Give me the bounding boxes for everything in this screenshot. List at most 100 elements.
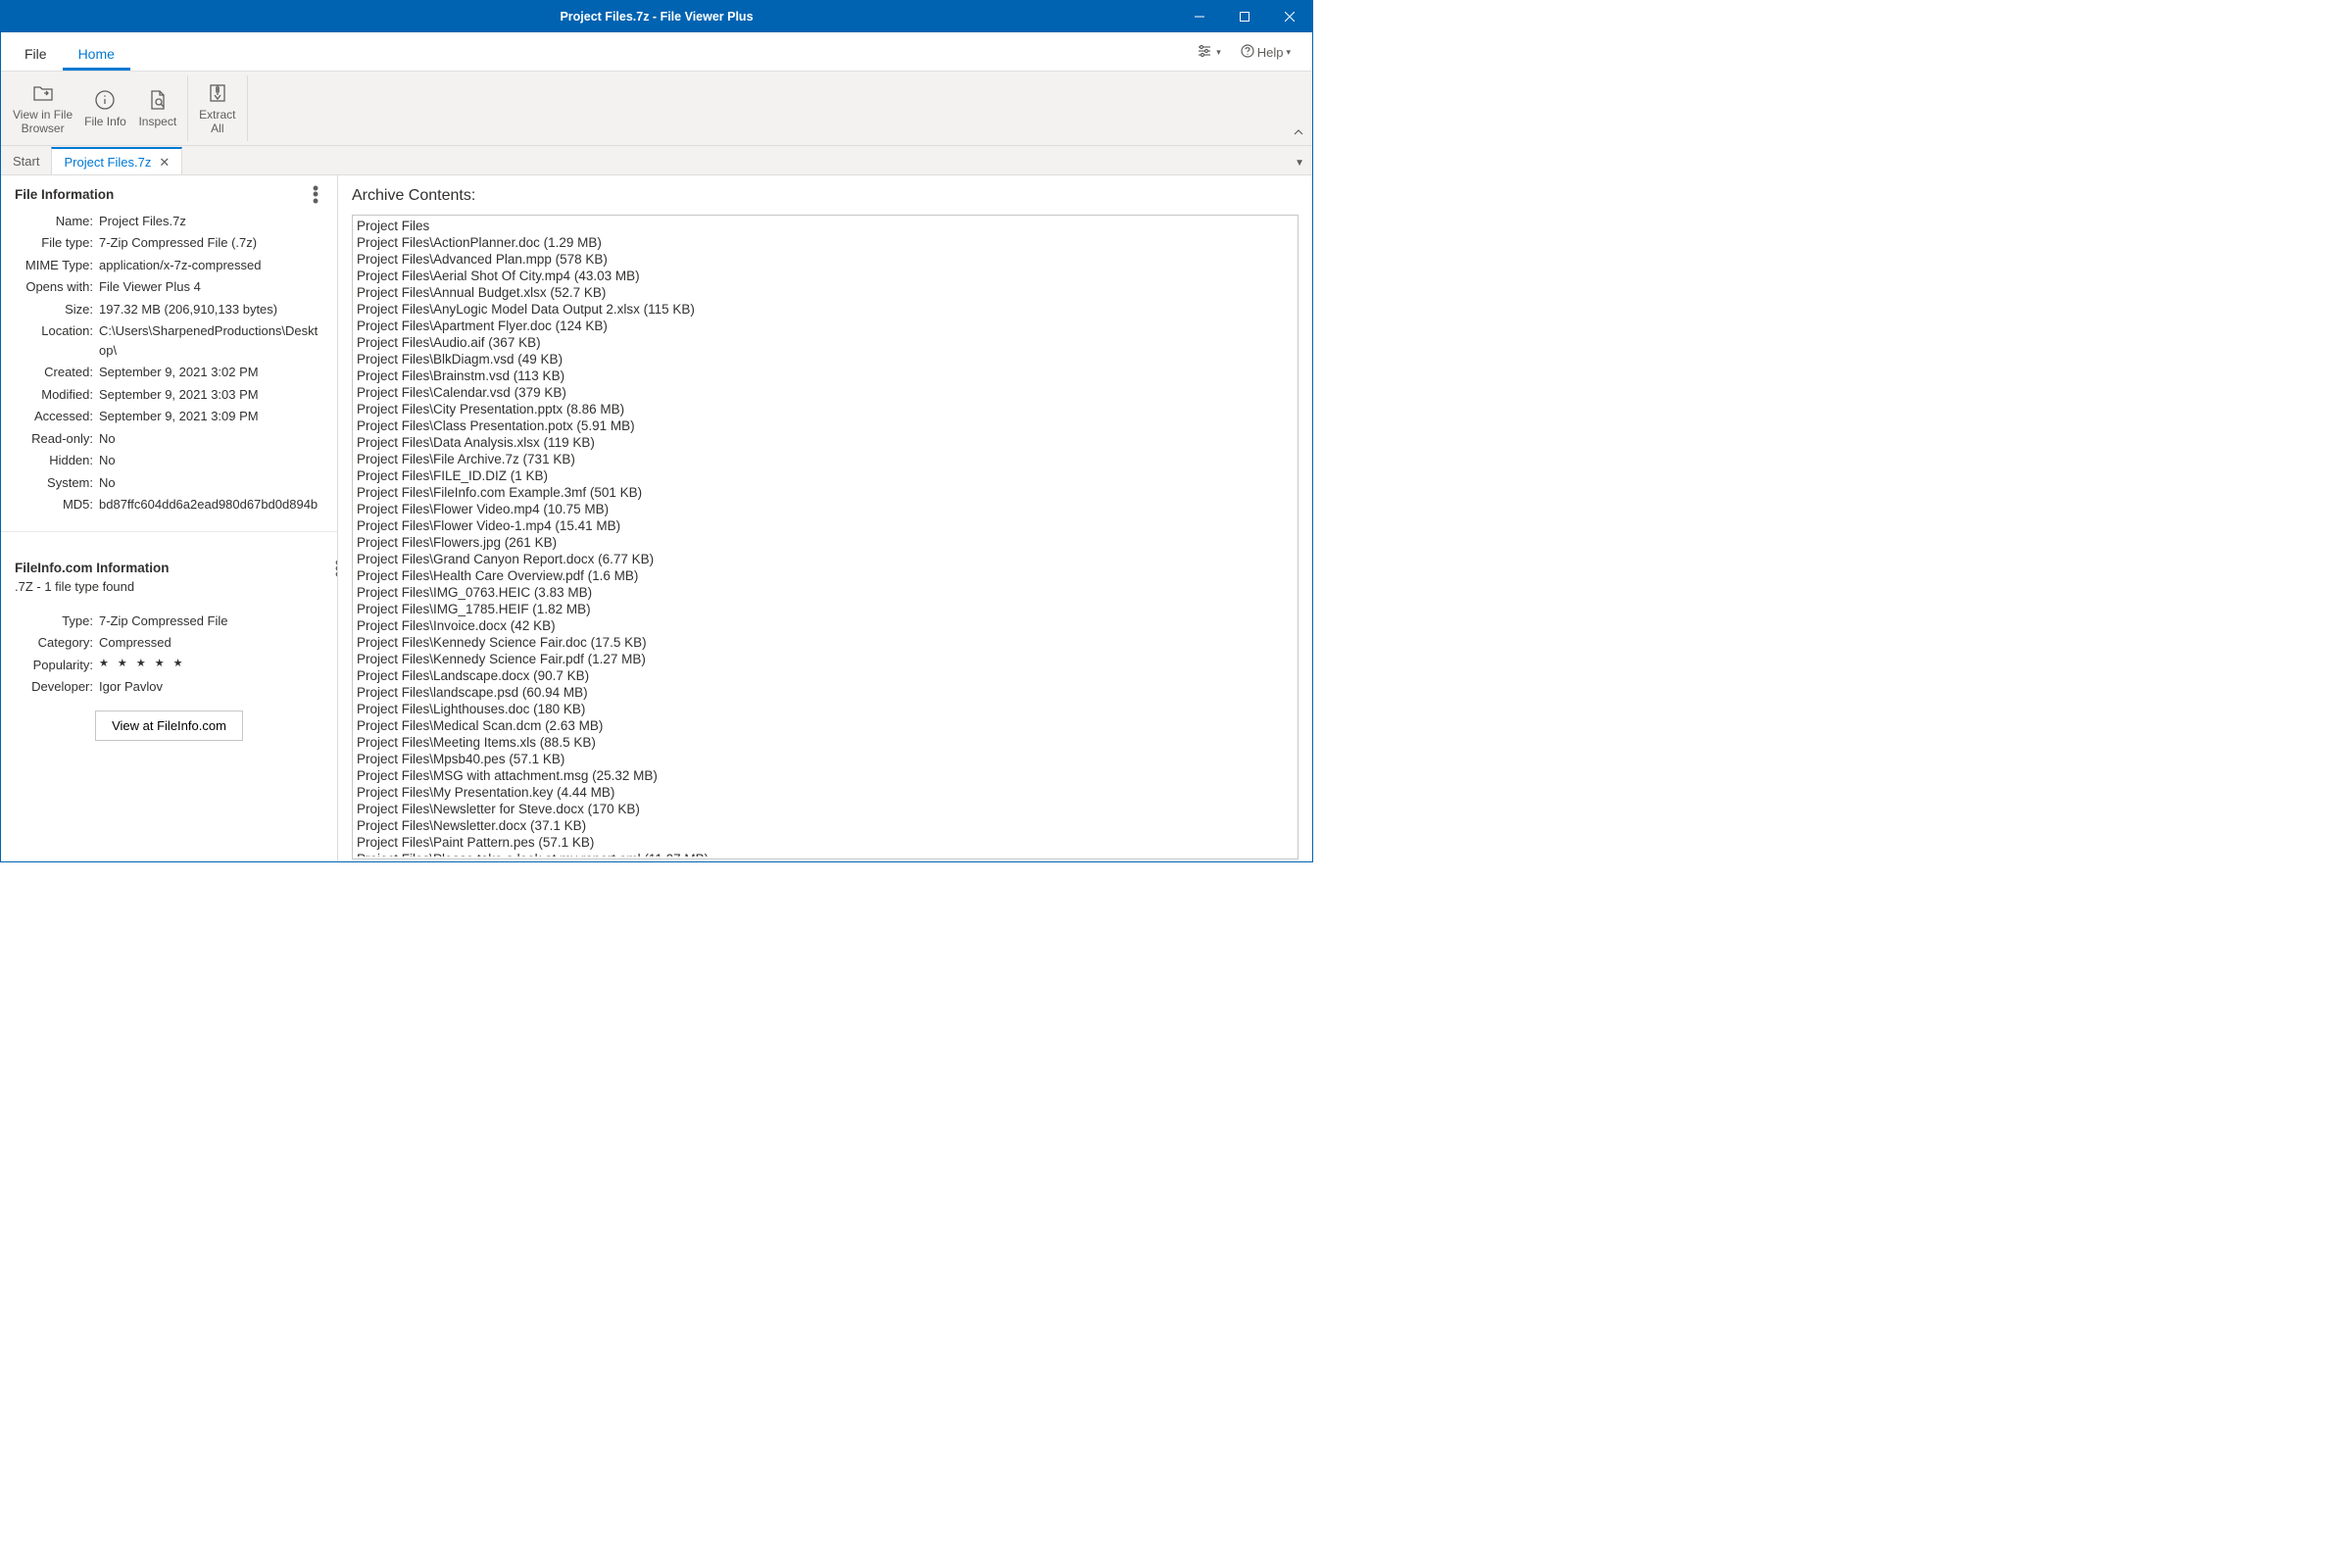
label-accessed: Accessed: (15, 407, 99, 426)
tab-project-files[interactable]: Project Files.7z ✕ (51, 147, 182, 174)
inspect-button[interactable]: Inspect (132, 75, 183, 141)
archive-entry[interactable]: Project Files\Brainstm.vsd (113 KB) (357, 368, 1294, 384)
menubar: File Home ▾ Help ▾ (1, 32, 1312, 72)
ribbon: View in File Browser File Info Inspect E… (1, 72, 1312, 146)
archive-entry[interactable]: Project Files\AnyLogic Model Data Output… (357, 301, 1294, 318)
label-size: Size: (15, 300, 99, 319)
folder-view-icon (31, 81, 55, 105)
archive-list[interactable]: Project FilesProject Files\ActionPlanner… (357, 218, 1294, 857)
value-name: Project Files.7z (99, 212, 323, 231)
close-tab-icon[interactable]: ✕ (159, 156, 170, 169)
view-at-fileinfo-button[interactable]: View at FileInfo.com (95, 710, 243, 741)
archive-entry[interactable]: Project Files\Flowers.jpg (261 KB) (357, 534, 1294, 551)
archive-entry[interactable]: Project Files\IMG_1785.HEIF (1.82 MB) (357, 601, 1294, 617)
chevron-down-icon: ▾ (1216, 47, 1221, 58)
chevron-up-icon (1293, 126, 1304, 138)
value-readonly: No (99, 429, 323, 449)
file-info-menu-button[interactable]: ••• (308, 185, 323, 204)
archive-entry[interactable]: Project Files\Lighthouses.doc (180 KB) (357, 701, 1294, 717)
document-tabs: Start Project Files.7z ✕ ▼ (1, 146, 1312, 175)
collapse-ribbon-button[interactable] (1293, 126, 1304, 141)
archive-entry[interactable]: Project Files\Flower Video-1.mp4 (15.41 … (357, 517, 1294, 534)
settings-icon (1198, 44, 1213, 61)
value-accessed: September 9, 2021 3:09 PM (99, 407, 323, 426)
archive-entry[interactable]: Project Files\Mpsb40.pes (57.1 KB) (357, 751, 1294, 767)
archive-entry[interactable]: Project Files\Invoice.docx (42 KB) (357, 617, 1294, 634)
info-icon (93, 88, 117, 112)
file-info-button[interactable]: File Info (78, 75, 132, 141)
archive-entry[interactable]: Project Files (357, 218, 1294, 234)
label-fi-type: Type: (15, 612, 99, 631)
archive-entry[interactable]: Project Files\Newsletter for Steve.docx … (357, 801, 1294, 817)
label-system: System: (15, 473, 99, 493)
label-mime: MIME Type: (15, 256, 99, 275)
archive-entry[interactable]: Project Files\IMG_0763.HEIC (3.83 MB) (357, 584, 1294, 601)
options-dropdown[interactable]: ▾ (1192, 40, 1227, 65)
chevron-down-icon: ▾ (1286, 47, 1291, 58)
value-fi-category: Compressed (99, 633, 323, 653)
close-button[interactable] (1267, 1, 1312, 32)
archive-entry[interactable]: Project Files\MSG with attachment.msg (2… (357, 767, 1294, 784)
extract-all-button[interactable]: Extract All (192, 75, 243, 141)
label-filetype: File type: (15, 233, 99, 253)
archive-entry[interactable]: Project Files\Kennedy Science Fair.doc (… (357, 634, 1294, 651)
fileinfo-heading: FileInfo.com Information (15, 561, 323, 575)
archive-entry[interactable]: Project Files\Grand Canyon Report.docx (… (357, 551, 1294, 567)
value-filetype: 7-Zip Compressed File (.7z) (99, 233, 323, 253)
minimize-button[interactable] (1177, 1, 1222, 32)
label-created: Created: (15, 363, 99, 382)
archive-entry[interactable]: Project Files\Medical Scan.dcm (2.63 MB) (357, 717, 1294, 734)
tabs-overflow-button[interactable]: ▼ (1295, 158, 1304, 169)
archive-entry[interactable]: Project Files\Health Care Overview.pdf (… (357, 567, 1294, 584)
archive-entry[interactable]: Project Files\My Presentation.key (4.44 … (357, 784, 1294, 801)
archive-entry[interactable]: Project Files\Annual Budget.xlsx (52.7 K… (357, 284, 1294, 301)
value-md5: bd87ffc604dd6a2ead980d67bd0d894b (99, 495, 323, 514)
archive-entry[interactable]: Project Files\Calendar.vsd (379 KB) (357, 384, 1294, 401)
archive-entry[interactable]: Project Files\File Archive.7z (731 KB) (357, 451, 1294, 467)
archive-entry[interactable]: Project Files\landscape.psd (60.94 MB) (357, 684, 1294, 701)
label-opens-with: Opens with: (15, 277, 99, 297)
label-hidden: Hidden: (15, 451, 99, 470)
value-fi-type: 7-Zip Compressed File (99, 612, 323, 631)
archive-entry[interactable]: Project Files\Aerial Shot Of City.mp4 (4… (357, 268, 1294, 284)
archive-entry[interactable]: Project Files\Apartment Flyer.doc (124 K… (357, 318, 1294, 334)
fileinfo-menu-button[interactable]: ••• (330, 560, 338, 578)
archive-entry[interactable]: Project Files\BlkDiagm.vsd (49 KB) (357, 351, 1294, 368)
archive-entry[interactable]: Project Files\FileInfo.com Example.3mf (… (357, 484, 1294, 501)
maximize-button[interactable] (1222, 1, 1267, 32)
fileinfo-subtitle: .7Z - 1 file type found (15, 579, 323, 594)
value-fi-popularity: ★ ★ ★ ★ ★ (99, 656, 323, 675)
archive-entry[interactable]: Project Files\Please take a look at my r… (357, 851, 1294, 857)
archive-entry[interactable]: Project Files\Kennedy Science Fair.pdf (… (357, 651, 1294, 667)
label-fi-developer: Developer: (15, 677, 99, 697)
archive-entry[interactable]: Project Files\Paint Pattern.pes (57.1 KB… (357, 834, 1294, 851)
label-readonly: Read-only: (15, 429, 99, 449)
archive-entry[interactable]: Project Files\Advanced Plan.mpp (578 KB) (357, 251, 1294, 268)
file-information-heading: File Information (15, 187, 114, 202)
archive-entry[interactable]: Project Files\Data Analysis.xlsx (119 KB… (357, 434, 1294, 451)
menu-home[interactable]: Home (63, 38, 130, 71)
archive-entry[interactable]: Project Files\Meeting Items.xls (88.5 KB… (357, 734, 1294, 751)
archive-entry[interactable]: Project Files\ActionPlanner.doc (1.29 MB… (357, 234, 1294, 251)
archive-contents-box: Project FilesProject Files\ActionPlanner… (352, 215, 1298, 859)
archive-entry[interactable]: Project Files\Flower Video.mp4 (10.75 MB… (357, 501, 1294, 517)
menu-file[interactable]: File (9, 38, 63, 71)
window-title: Project Files.7z - File Viewer Plus (136, 10, 1177, 24)
value-size: 197.32 MB (206,910,133 bytes) (99, 300, 323, 319)
tab-start[interactable]: Start (1, 147, 51, 174)
value-created: September 9, 2021 3:02 PM (99, 363, 323, 382)
inspect-icon (146, 88, 170, 112)
help-dropdown[interactable]: Help ▾ (1235, 40, 1297, 65)
value-opens-with: File Viewer Plus 4 (99, 277, 323, 297)
value-system: No (99, 473, 323, 493)
value-mime: application/x-7z-compressed (99, 256, 323, 275)
label-location: Location: (15, 321, 99, 360)
archive-entry[interactable]: Project Files\City Presentation.pptx (8.… (357, 401, 1294, 417)
archive-entry[interactable]: Project Files\Newsletter.docx (37.1 KB) (357, 817, 1294, 834)
archive-entry[interactable]: Project Files\FILE_ID.DIZ (1 KB) (357, 467, 1294, 484)
archive-entry[interactable]: Project Files\Class Presentation.potx (5… (357, 417, 1294, 434)
archive-entry[interactable]: Project Files\Landscape.docx (90.7 KB) (357, 667, 1294, 684)
label-fi-category: Category: (15, 633, 99, 653)
archive-entry[interactable]: Project Files\Audio.aif (367 KB) (357, 334, 1294, 351)
view-in-file-browser-button[interactable]: View in File Browser (7, 75, 78, 141)
